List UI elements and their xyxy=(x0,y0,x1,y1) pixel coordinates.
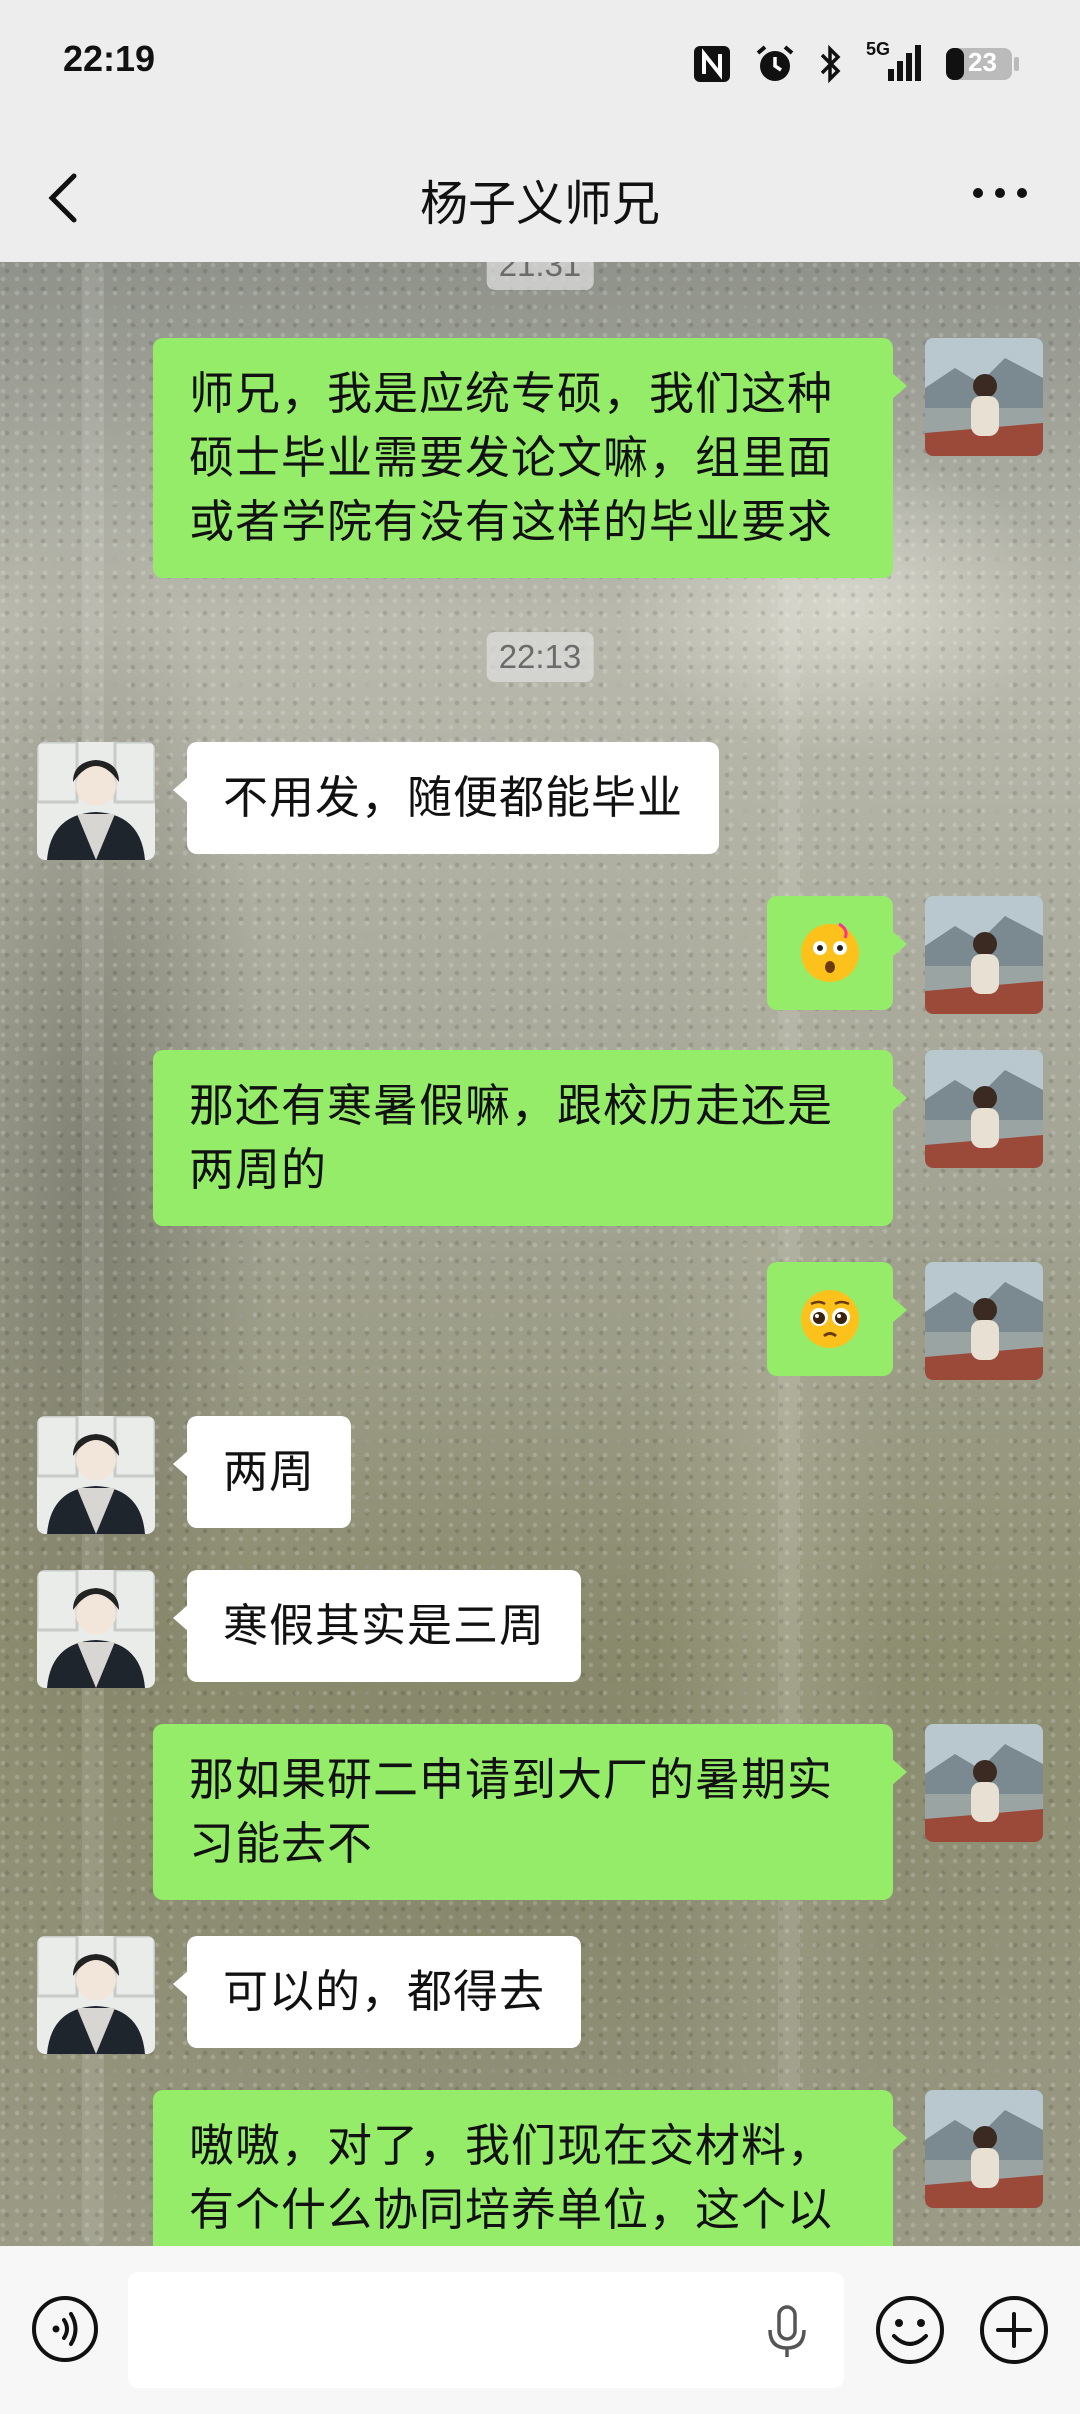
message-line: 师兄，我是应统专硕，我们这种 xyxy=(189,367,834,420)
contact-avatar[interactable] xyxy=(37,742,155,860)
my-avatar[interactable] xyxy=(925,2090,1043,2208)
input-bar xyxy=(0,2246,1080,2414)
status-time: 22:19 xyxy=(63,38,156,79)
battery-icon: 23 xyxy=(944,41,1020,87)
contact-avatar[interactable] xyxy=(37,1416,155,1534)
my-avatar[interactable] xyxy=(925,1262,1043,1380)
chat-area[interactable]: 21:31 师兄，我是应统专硕，我们这种 硕士毕业需要发论文嘛，组里面 或者学院… xyxy=(0,262,1080,2246)
shaking-face-emoji-icon xyxy=(801,922,859,982)
status-bar: 22:19 5G 23 xyxy=(0,0,1080,128)
message-bubble-received[interactable]: 寒假其实是三周 xyxy=(172,1570,582,1682)
message-line: 那还有寒暑假嘛，跟校历走还是 xyxy=(189,1079,834,1132)
network-label: 5G xyxy=(866,39,891,59)
wallpaper-streak xyxy=(778,562,800,2246)
bluetooth-icon xyxy=(818,41,844,87)
message-bubble-received[interactable]: 两周 xyxy=(172,1416,352,1528)
status-icons: 5G 23 xyxy=(692,36,1020,92)
battery-level: 23 xyxy=(968,47,997,77)
message-line: 寒假其实是三周 xyxy=(223,1599,546,1652)
alarm-icon xyxy=(754,41,796,87)
signal-icon: 5G xyxy=(866,39,922,87)
message-line: 硕士毕业需要发论文嘛，组里面 xyxy=(189,431,834,484)
chat-header: 杨子义师兄 xyxy=(0,128,1080,262)
message-line: 或者学院有没有这样的毕业要求 xyxy=(189,495,834,548)
emoji-icon[interactable] xyxy=(874,2294,946,2366)
message-line: 两周 xyxy=(223,1445,316,1498)
message-bubble-sent[interactable]: 师兄，我是应统专硕，我们这种 硕士毕业需要发论文嘛，组里面 或者学院有没有这样的… xyxy=(153,338,907,578)
message-line: 习能去不 xyxy=(189,1817,374,1870)
chat-title: 杨子义师兄 xyxy=(419,176,660,232)
message-bubble-received[interactable]: 可以的，都得去 xyxy=(172,1936,582,2048)
message-line: 嗷嗷，对了，我们现在交材料， xyxy=(189,2119,834,2172)
message-bubble-sent[interactable]: 嗷嗷，对了，我们现在交材料， 有个什么协同培养单位，这个以 xyxy=(153,2090,907,2246)
message-bubble-sent-emoji[interactable] xyxy=(767,1262,907,1376)
nfc-icon xyxy=(692,41,732,87)
message-bubble-sent[interactable]: 那如果研二申请到大厂的暑期实 习能去不 xyxy=(153,1724,907,1900)
timestamp: 22:13 xyxy=(486,632,594,682)
message-bubble-sent-emoji[interactable] xyxy=(767,896,907,1010)
my-avatar[interactable] xyxy=(925,338,1043,456)
voice-icon[interactable] xyxy=(30,2294,100,2364)
microphone-icon[interactable] xyxy=(762,2304,812,2360)
pleading-face-emoji-icon xyxy=(801,1290,859,1348)
contact-avatar[interactable] xyxy=(37,1570,155,1688)
message-bubble-sent[interactable]: 那还有寒暑假嘛，跟校历走还是 两周的 xyxy=(153,1050,907,1226)
message-line: 可以的，都得去 xyxy=(223,1965,546,2018)
my-avatar[interactable] xyxy=(925,1724,1043,1842)
timestamp-partial: 21:31 xyxy=(486,262,594,290)
message-line: 那如果研二申请到大厂的暑期实 xyxy=(189,1753,834,1806)
message-bubble-received[interactable]: 不用发，随便都能毕业 xyxy=(172,742,720,854)
plus-icon[interactable] xyxy=(978,2294,1050,2366)
contact-avatar[interactable] xyxy=(37,1936,155,2054)
my-avatar[interactable] xyxy=(925,1050,1043,1168)
more-dots-icon[interactable] xyxy=(970,178,1030,208)
message-line: 两周的 xyxy=(189,1143,328,1196)
my-avatar[interactable] xyxy=(925,896,1043,1014)
message-line: 不用发，随便都能毕业 xyxy=(223,771,684,824)
message-line: 有个什么协同培养单位，这个以 xyxy=(189,2183,834,2236)
message-input[interactable] xyxy=(128,2272,844,2388)
